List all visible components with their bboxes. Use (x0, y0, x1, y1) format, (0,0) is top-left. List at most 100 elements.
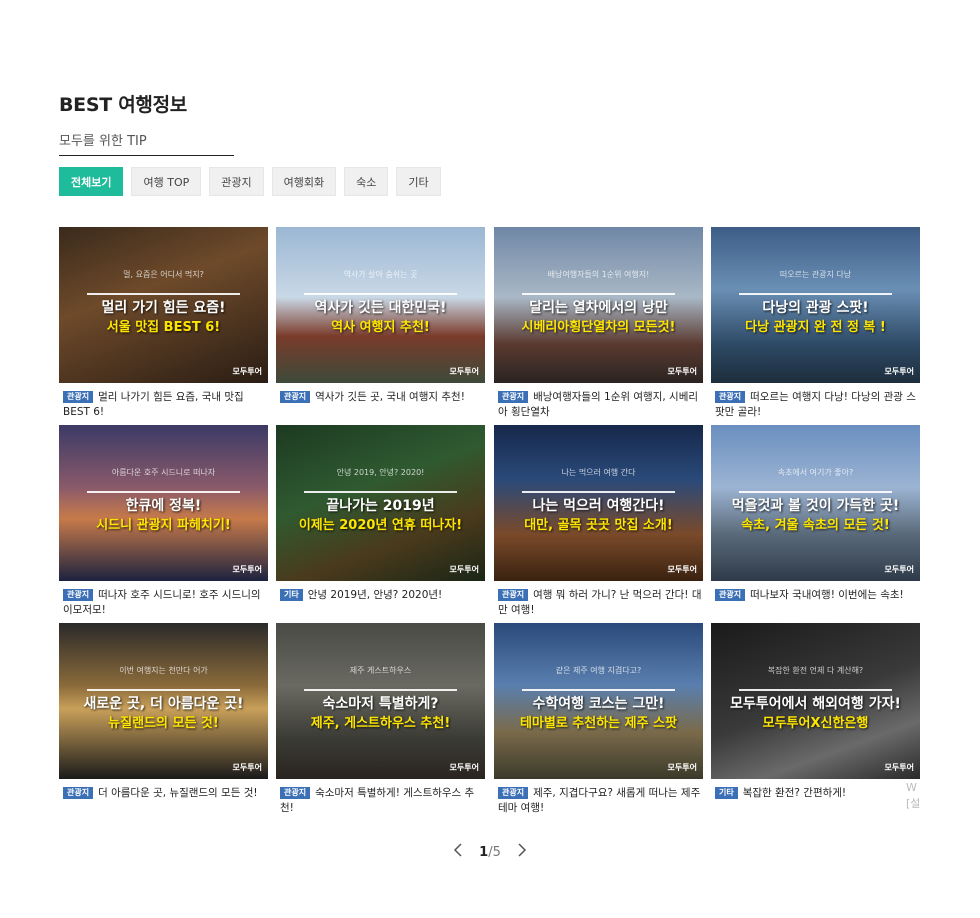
travel-card[interactable]: 제주 게스트하우스 숙소마저 특별하게? 제주, 게스트하우스 추천! 모두투어 관광지… (276, 623, 485, 816)
category-badge: 관광지 (280, 391, 311, 403)
card-thumbnail[interactable]: 속초에서 여기가 좋아? 먹을것과 볼 것이 가득한 곳! 속초, 겨울 속초의 모… (711, 425, 920, 581)
card-title: 떠나보자 국내여행! 이번에는 속초! (750, 589, 904, 601)
thumbnail-subheadline: 역사 여행지 추천! (331, 320, 430, 335)
brand-watermark: 모두투어 (884, 565, 914, 574)
category-badge: 관광지 (498, 391, 529, 403)
thumbnail-divider (87, 293, 240, 295)
card-thumbnail[interactable]: 나는 먹으러 여행 간다 나는 먹으러 여행간다! 대만, 골목 곳곳 맛집 소개!… (494, 425, 703, 581)
card-thumbnail[interactable]: 이번 여행지는 천만다 어가새로운 곳, 더 아름다운 곳! 뉴질랜드의 모든 것… (59, 623, 268, 779)
card-caption[interactable]: 관광지 떠나보자 국내여행! 이번에는 속초! (711, 588, 920, 603)
thumbnail-divider (304, 689, 457, 691)
card-thumbnail[interactable]: 같은 제주 여행 지겹다고? 수학여행 코스는 그만! 테마별로 추천하는 제주 스… (494, 623, 703, 779)
cutoff-line-2: [설 (906, 797, 921, 810)
card-caption[interactable]: 관광지 떠나자 호주 시드니로! 호주 시드니의 이모저모! (59, 588, 268, 618)
travel-card[interactable]: 떠오르는 관광지 다낭 다낭의 관광 스팟! 다낭 관광지 완 전 정 복 ! 모두투… (711, 227, 920, 420)
cutoff-line-1: W (906, 781, 917, 794)
thumbnail-subheadline: 뉴질랜드의 모든 것! (108, 716, 219, 731)
travel-card[interactable]: 나는 먹으러 여행 간다 나는 먹으러 여행간다! 대만, 골목 곳곳 맛집 소개!… (494, 425, 703, 618)
thumbnail-small-text: 제주 게스트하우스 (349, 666, 412, 675)
category-badge: 기타 (280, 589, 303, 601)
travel-card[interactable]: 속초에서 여기가 좋아? 먹을것과 볼 것이 가득한 곳! 속초, 겨울 속초의 모… (711, 425, 920, 603)
card-caption[interactable]: 관광지 숙소마저 특별하게! 게스트하우스 추천! (276, 786, 485, 816)
card-thumbnail[interactable]: 복잡한 환전 언제 다 계산해? 모두투어에서 해외여행 가자! 모두투어X신한은행… (711, 623, 920, 779)
card-thumbnail[interactable]: 제주 게스트하우스 숙소마저 특별하게? 제주, 게스트하우스 추천! 모두투어 (276, 623, 485, 779)
pagination: 1/5 (0, 843, 980, 861)
travel-card[interactable]: 같은 제주 여행 지겹다고? 수학여행 코스는 그만! 테마별로 추천하는 제주 스… (494, 623, 703, 816)
thumbnail-small-text: 이번 여행지는 천만다 어가 (119, 666, 208, 675)
thumbnail-small-text: 아름다운 호주 시드니로 떠나자 (111, 468, 216, 477)
card-caption[interactable]: 관광지 역사가 깃든 곳, 국내 여행지 추천! (276, 390, 485, 405)
thumbnail-small-text: 멀, 요즘은 어디서 먹지? (123, 270, 204, 279)
filter-travel-top[interactable]: 여행 TOP (131, 167, 202, 196)
travel-card[interactable]: 역사가 살아 숨쉬는 곳 역사가 깃든 대한민국! 역사 여행지 추천! 모두투어 관광… (276, 227, 485, 405)
brand-watermark: 모두투어 (667, 565, 697, 574)
thumbnail-subheadline: 제주, 게스트하우스 추천! (310, 716, 451, 731)
card-title: 여행 뭐 하러 가니? 난 먹으러 간다! 대만 여행! (498, 589, 702, 616)
thumbnail-headline: 먹을것과 볼 것이 가득한 곳! (731, 498, 900, 514)
category-badge: 관광지 (280, 787, 311, 799)
card-caption[interactable]: 관광지 제주, 지겹다구요? 새롭게 떠나는 제주 테마 여행! (494, 786, 703, 816)
card-title: 복잡한 환전? 간편하게! (742, 787, 847, 799)
filter-all[interactable]: 전체보기 (59, 167, 124, 196)
thumbnail-divider (739, 293, 892, 295)
card-title: 제주, 지겹다구요? 새롭게 떠나는 제주 테마 여행! (498, 787, 701, 814)
card-title: 역사가 깃든 곳, 국내 여행지 추천! (315, 391, 465, 403)
travel-card[interactable]: 배낭여행자들의 1순위 여행지! 달리는 열차에서의 낭만 시베리아횡단열차의 모든… (494, 227, 703, 420)
thumbnail-headline: 수학여행 코스는 그만! (532, 696, 665, 712)
card-thumbnail[interactable]: 멀, 요즘은 어디서 먹지? 멀리 가기 힘든 요즘! 서울 맛집 BEST 6! 모… (59, 227, 268, 383)
travel-card[interactable]: 멀, 요즘은 어디서 먹지? 멀리 가기 힘든 요즘! 서울 맛집 BEST 6! 모… (59, 227, 268, 420)
thumbnail-headline: 새로운 곳, 더 아름다운 곳! (83, 696, 244, 712)
card-thumbnail[interactable]: 역사가 살아 숨쉬는 곳 역사가 깃든 대한민국! 역사 여행지 추천! 모두투어 (276, 227, 485, 383)
thumbnail-divider (522, 293, 675, 295)
card-caption[interactable]: 관광지 배낭여행자들의 1순위 여행지, 시베리아 횡단열차 (494, 390, 703, 420)
thumbnail-headline: 역사가 깃든 대한민국! (314, 300, 447, 316)
thumbnail-divider (304, 293, 457, 295)
brand-watermark: 모두투어 (449, 763, 479, 772)
thumbnail-small-text: 안녕 2019, 안녕? 2020! (336, 468, 425, 477)
filter-attractions[interactable]: 관광지 (209, 167, 264, 196)
card-thumbnail[interactable]: 안녕 2019, 안녕? 2020! 끝나가는 2019년 이제는 2020년 연휴… (276, 425, 485, 581)
card-caption[interactable]: 기타 복잡한 환전? 간편하게! (711, 786, 920, 801)
filter-travel-phrases[interactable]: 여행회화 (271, 167, 337, 196)
page-current: 1 (479, 844, 489, 860)
chevron-left-icon[interactable] (453, 843, 463, 861)
thumbnail-divider (87, 689, 240, 691)
filter-tabs: 전체보기 여행 TOP 관광지 여행회화 숙소 기타 (59, 167, 441, 196)
category-badge: 기타 (715, 787, 738, 799)
brand-watermark: 모두투어 (449, 565, 479, 574)
thumbnail-divider (304, 491, 457, 493)
card-caption[interactable]: 관광지 떠오르는 여행지 다낭! 다낭의 관광 스팟만 골라! (711, 390, 920, 420)
travel-card[interactable]: 복잡한 환전 언제 다 계산해? 모두투어에서 해외여행 가자! 모두투어X신한은행… (711, 623, 920, 801)
thumbnail-divider (739, 491, 892, 493)
thumbnail-subheadline: 테마별로 추천하는 제주 스팟 (519, 716, 678, 731)
card-caption[interactable]: 관광지 더 아름다운 곳, 뉴질랜드의 모든 것! (59, 786, 268, 801)
card-thumbnail[interactable]: 아름다운 호주 시드니로 떠나자 한큐에 정복! 시드니 관광지 파헤치기! 모두투어 (59, 425, 268, 581)
card-thumbnail[interactable]: 배낭여행자들의 1순위 여행지! 달리는 열차에서의 낭만 시베리아횡단열차의 모든… (494, 227, 703, 383)
thumbnail-divider (739, 689, 892, 691)
card-thumbnail[interactable]: 떠오르는 관광지 다낭 다낭의 관광 스팟! 다낭 관광지 완 전 정 복 ! 모두투… (711, 227, 920, 383)
thumbnail-headline: 나는 먹으러 여행간다! (532, 498, 665, 514)
travel-card[interactable]: 안녕 2019, 안녕? 2020! 끝나가는 2019년 이제는 2020년 연휴… (276, 425, 485, 603)
card-caption[interactable]: 관광지 여행 뭐 하러 가니? 난 먹으러 간다! 대만 여행! (494, 588, 703, 618)
chevron-right-icon[interactable] (517, 843, 527, 861)
brand-watermark: 모두투어 (884, 763, 914, 772)
brand-watermark: 모두투어 (667, 763, 697, 772)
travel-card[interactable]: 아름다운 호주 시드니로 떠나자 한큐에 정복! 시드니 관광지 파헤치기! 모두투어… (59, 425, 268, 618)
section-subtitle: 모두를 위한 TIP (59, 134, 147, 149)
category-badge: 관광지 (715, 589, 746, 601)
brand-watermark: 모두투어 (667, 367, 697, 376)
card-caption[interactable]: 관광지 멀리 나가기 힘든 요즘, 국내 맛집 BEST 6! (59, 390, 268, 420)
thumbnail-headline: 달리는 열차에서의 낭만 (529, 300, 668, 316)
card-caption[interactable]: 기타 안녕 2019년, 안녕? 2020년! (276, 588, 485, 603)
thumbnail-small-text: 배낭여행자들의 1순위 여행지! (547, 270, 650, 279)
section-title: BEST 여행정보 (59, 94, 187, 116)
brand-watermark: 모두투어 (884, 367, 914, 376)
travel-card[interactable]: 이번 여행지는 천만다 어가새로운 곳, 더 아름다운 곳! 뉴질랜드의 모든 것… (59, 623, 268, 801)
brand-watermark: 모두투어 (232, 763, 262, 772)
category-badge: 관광지 (498, 787, 529, 799)
category-badge: 관광지 (715, 391, 746, 403)
filter-etc[interactable]: 기타 (396, 167, 441, 196)
filter-accommodation[interactable]: 숙소 (344, 167, 389, 196)
thumbnail-small-text: 같은 제주 여행 지겹다고? (555, 666, 642, 675)
thumbnail-headline: 모두투어에서 해외여행 가자! (730, 696, 901, 712)
